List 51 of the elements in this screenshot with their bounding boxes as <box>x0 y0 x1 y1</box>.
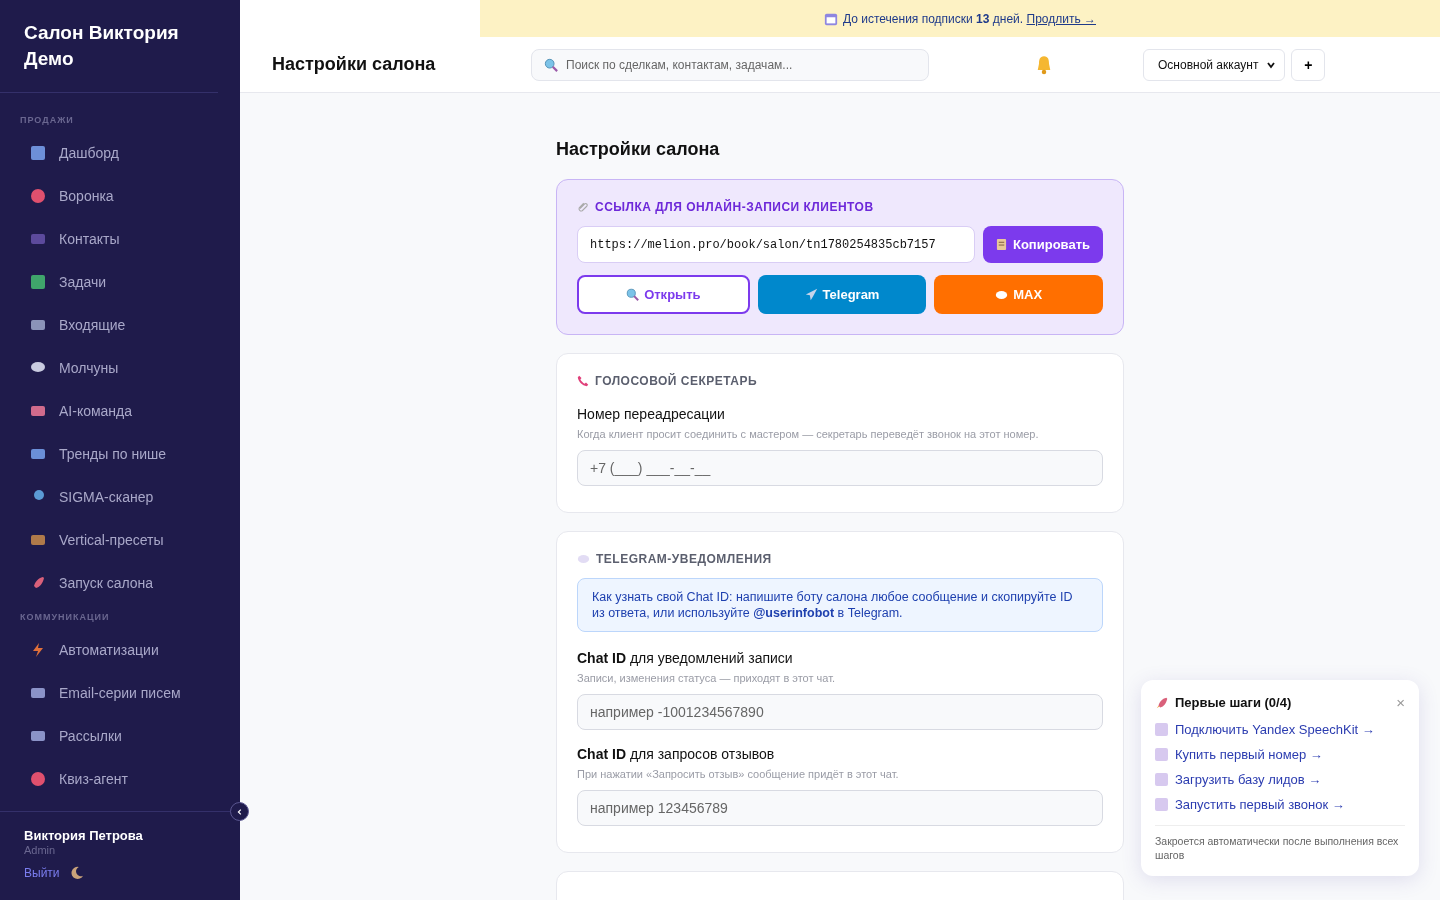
step-link[interactable]: Загрузить базу лидов → <box>1155 767 1405 792</box>
banner-text: До истечения подписки 13 дней. Продлить → <box>843 11 1096 26</box>
phone-field[interactable]: +7 (___) ___-__-__ <box>577 450 1103 486</box>
account-select[interactable]: Основной аккаунт <box>1143 48 1286 81</box>
logout-link[interactable]: Выйти <box>24 866 60 880</box>
field-hint: Записи, изменения статуса — приходят в этот чат. <box>577 672 837 684</box>
page-title: Настройки салона <box>556 139 721 160</box>
sidebar-item[interactable]: Входящие <box>0 303 240 346</box>
field-hint: При нажатии «Запросить отзыв» сообщение придёт в этот чат. <box>577 768 900 780</box>
section-heading: TELEGRAM-УВЕДОМЛЕНИЯ <box>596 552 772 566</box>
url-field[interactable]: https://melion.pro/book/salon/tn1780254835cb7157 <box>577 226 975 263</box>
brand-name: Салон Виктория Демо <box>0 0 218 93</box>
telegram-button[interactable]: Telegram <box>757 275 927 314</box>
field-hint: Когда клиент просит соединить с мастером — секретарь переведёт звонок на этот номер. <box>577 428 1040 440</box>
open-button[interactable]: Открыть <box>577 275 750 314</box>
sidebar-item[interactable]: Тренды по нише <box>0 432 240 475</box>
section-heading: ГОЛОСОВОЙ СЕКРЕТАРЬ <box>595 374 758 388</box>
sidebar-item[interactable]: Задачи <box>0 260 240 303</box>
sidebar-item[interactable]: Квиз-агент <box>0 757 240 800</box>
sidebar-item[interactable]: Дашборд <box>0 131 240 174</box>
sidebar-item[interactable]: Контакты <box>0 217 240 260</box>
chat-id-field[interactable]: например 123456789 <box>577 790 1103 826</box>
copy-button[interactable]: Копировать <box>983 226 1103 263</box>
header-title: Настройки салона <box>272 54 437 75</box>
step-link[interactable]: Запустить первый звонок → <box>1155 792 1405 817</box>
step-link[interactable]: Купить первый номер → <box>1155 742 1405 767</box>
sidebar-item[interactable]: Автоматизации <box>0 628 240 671</box>
field-label: Номер переадресации <box>577 406 726 422</box>
sidebar-item[interactable]: Рассылки <box>0 714 240 757</box>
section-title: КОММУНИКАЦИИ <box>19 611 111 624</box>
panel-title: Первые шаги (0/4) <box>1175 695 1293 710</box>
panel-note: Закроется автоматически после выполнения всех шагов <box>1155 825 1405 862</box>
field-label: Chat ID для уведомлений записи <box>577 650 794 666</box>
step-link[interactable]: Подключить Yandex SpeechKit → <box>1155 717 1405 742</box>
sidebar-item[interactable]: Запуск салона <box>0 561 240 604</box>
section-heading: ССЫЛКА ДЛЯ ОНЛАЙН-ЗАПИСИ КЛИЕНТОВ <box>595 200 874 214</box>
sidebar-item[interactable]: Email-серии писем <box>0 671 240 714</box>
sidebar-item[interactable]: SIGMA-сканер <box>0 475 240 518</box>
sidebar-item[interactable]: Воронка <box>0 174 240 217</box>
user-role: Admin <box>24 844 57 856</box>
sidebar-item[interactable]: AI-команда <box>0 389 240 432</box>
add-button[interactable]: + <box>1291 48 1326 81</box>
user-name: Виктория Петрова <box>24 828 144 843</box>
sidebar-item[interactable]: Молчуны <box>0 346 240 389</box>
search-field[interactable]: Поиск по сделкам, контактам, задачам... <box>531 48 929 81</box>
sidebar-item[interactable]: Vertical-пресеты <box>0 518 240 561</box>
renew-link[interactable]: Продлить → <box>1026 11 1096 26</box>
section-title: ПРОДАЖИ <box>19 114 75 127</box>
field-label: Chat ID для запросов отзывов <box>577 746 776 762</box>
info-note: Как узнать свой Chat ID: напишите боту салона любое сообщение и скопируйте ID из ответа, или используйте @userinfobot в Telegram. <box>577 578 1103 632</box>
chat-id-field[interactable]: например -1001234567890 <box>577 694 1103 730</box>
